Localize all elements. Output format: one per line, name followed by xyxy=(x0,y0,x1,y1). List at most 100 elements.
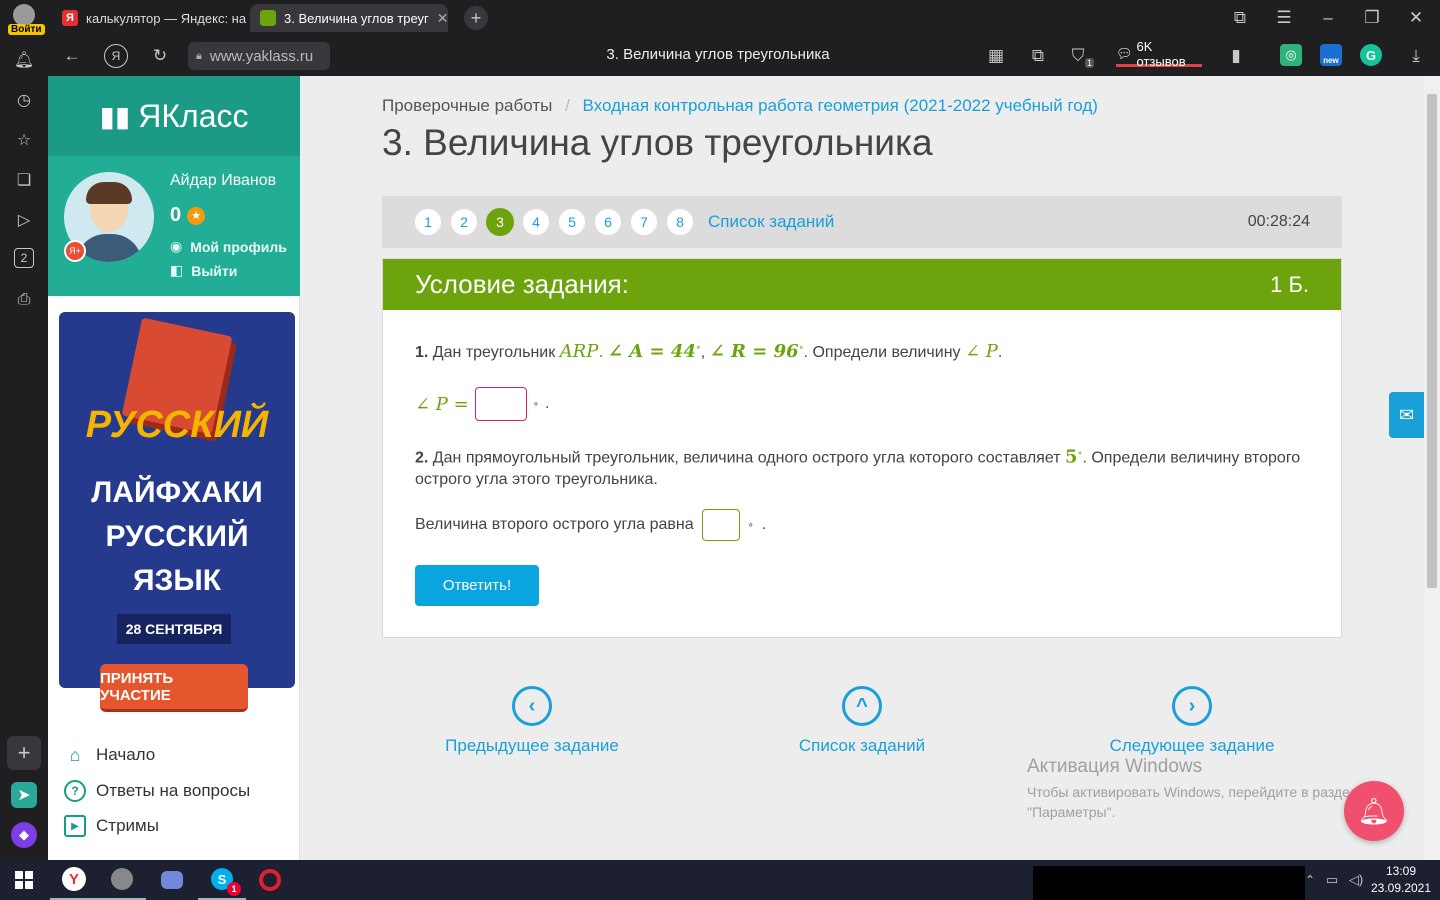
back-icon[interactable]: ← xyxy=(60,44,84,68)
q2-answer-input[interactable] xyxy=(701,509,740,541)
taskbar-skype[interactable]: S1 xyxy=(198,860,246,900)
yaklass-favicon-icon xyxy=(260,10,276,26)
reload-icon[interactable]: ↻ xyxy=(148,44,172,68)
copy-icon[interactable]: ⧉ xyxy=(1026,44,1050,68)
scrollbar-thumb[interactable] xyxy=(1427,94,1437,588)
minimize-icon[interactable]: – xyxy=(1316,6,1340,30)
feedback-mail-button[interactable]: ✉ xyxy=(1389,392,1424,438)
star-icon[interactable]: ☆ xyxy=(12,128,36,152)
q1-text: Дан треугольник xyxy=(432,344,556,361)
tab-bar: Войти Я калькулятор — Яндекс: на 3. Вели… xyxy=(0,0,1440,36)
promo-line-2: РУССКИЙ xyxy=(105,520,249,553)
login-badge[interactable]: Войти xyxy=(8,24,45,35)
next-task-link[interactable]: › Следующее задание xyxy=(1102,686,1282,756)
task-page-pill[interactable]: 1 xyxy=(414,208,442,236)
bookmark-icon[interactable]: ▮ xyxy=(1224,44,1248,68)
reviews-button[interactable]: 💬︎ 6K отзывов xyxy=(1116,39,1202,69)
q1-answer-label: ∠ P = xyxy=(415,393,469,415)
grammarly-icon[interactable]: G xyxy=(1360,44,1382,66)
volume-icon[interactable]: ◁) xyxy=(1346,870,1366,890)
promo-cta-button[interactable]: ПРИНЯТЬ УЧАСТИЕ xyxy=(100,664,248,712)
condition-title: Условие задания: xyxy=(415,269,629,299)
shield-icon[interactable]: ⛉ 1 xyxy=(1066,44,1094,68)
windows-activation-watermark: Активация Windows Чтобы активировать Win… xyxy=(1027,756,1387,820)
url-field[interactable]: 🔒︎ www.yaklass.ru xyxy=(188,42,330,70)
submit-button[interactable]: Ответить! xyxy=(415,565,539,606)
task-list-bottom-link[interactable]: ^ Список заданий xyxy=(772,686,952,756)
star-coin-icon: ★ xyxy=(187,206,206,225)
breadcrumb-link[interactable]: Входная контрольная работа геометрия (20… xyxy=(583,96,1098,115)
address-bar: ← Я ↻ 🔒︎ www.yaklass.ru 3. Величина угло… xyxy=(48,36,1440,76)
q1-angle-a: ∠ A = 44 xyxy=(607,341,696,362)
taskbar-app-2[interactable] xyxy=(98,860,146,900)
nav-item-streams[interactable]: ▶ Стримы xyxy=(64,811,159,841)
task-page-pill[interactable]: 4 xyxy=(522,208,550,236)
task-page-pill[interactable]: 3 xyxy=(486,208,514,236)
profile-button[interactable]: Войти xyxy=(6,4,45,36)
task-list-link[interactable]: Список заданий xyxy=(708,212,834,232)
taskbar-opera[interactable] xyxy=(246,860,294,900)
question-2: 2. Дан прямоугольный треугольник, величи… xyxy=(415,446,1301,489)
task-page-pill[interactable]: 2 xyxy=(450,208,478,236)
prev-task-link[interactable]: ‹ Предыдущее задание xyxy=(442,686,622,756)
browser-side-panel: 🔔︎ ◷ ☆ ❏ ▷ 2 ⎙ + ➤ ◆ xyxy=(0,36,48,860)
taskbar-discord[interactable] xyxy=(148,860,196,900)
chevron-left-icon: ‹ xyxy=(512,686,552,726)
task-page-pill[interactable]: 5 xyxy=(558,208,586,236)
network-icon[interactable]: ▭ xyxy=(1322,870,1342,890)
add-panel-icon[interactable]: + xyxy=(7,736,41,770)
yandex-favicon-icon: Я xyxy=(62,10,78,26)
q1-text-b: . Определи величину xyxy=(803,344,961,361)
camera-icon[interactable]: ⎙ xyxy=(12,288,36,312)
alice-icon[interactable]: ◆ xyxy=(11,822,37,848)
menu-icon[interactable]: ☰ xyxy=(1272,6,1296,30)
tab-yaklass[interactable]: 3. Величина углов треуг ✕ xyxy=(250,4,448,32)
collections-icon[interactable]: ❏ xyxy=(12,168,36,192)
list-label: Список заданий xyxy=(798,736,926,755)
logout-link[interactable]: ◧ Выйти xyxy=(170,262,237,279)
site-logo[interactable]: ▮▮ ЯКласс xyxy=(48,76,300,156)
q1-angle-p: ∠ P xyxy=(964,341,998,362)
url-text: www.yaklass.ru xyxy=(209,47,314,65)
green-extension-icon[interactable]: ◎ xyxy=(1280,44,1302,66)
q1-number: 1. xyxy=(415,344,429,361)
nav-item-home[interactable]: ⌂ Начало xyxy=(64,740,156,770)
user-name[interactable]: Айдар Иванов xyxy=(170,172,276,190)
video-icon[interactable]: ▷ xyxy=(12,208,36,232)
download-icon[interactable]: ⤓ xyxy=(1404,44,1428,68)
logout-icon: ◧ xyxy=(170,262,184,278)
tray-chevron-icon[interactable]: ⌃ xyxy=(1302,870,1318,890)
watermark-line-2: "Параметры". xyxy=(1027,804,1116,820)
restore-icon[interactable]: ❐ xyxy=(1360,6,1384,30)
task-page-pill[interactable]: 8 xyxy=(666,208,694,236)
counter-icon[interactable]: 2 xyxy=(14,248,34,268)
bell-icon[interactable]: 🔔︎ xyxy=(12,48,36,72)
tab-manager-icon[interactable]: ⧉ xyxy=(1228,6,1252,30)
task-page-pill[interactable]: 6 xyxy=(594,208,622,236)
close-tab-icon[interactable]: ✕ xyxy=(437,10,448,27)
messenger-icon[interactable]: ➤ xyxy=(11,782,37,808)
notifications-bell-button[interactable]: 🔔︎ xyxy=(1344,781,1404,841)
scrollbar[interactable] xyxy=(1424,76,1440,860)
history-icon[interactable]: ◷ xyxy=(12,88,36,112)
extension-icon[interactable]: ▦ xyxy=(984,44,1008,68)
yandex-home-icon[interactable]: Я xyxy=(104,44,128,68)
start-button[interactable] xyxy=(0,860,48,900)
breadcrumb: Проверочные работы / Входная контрольная… xyxy=(382,96,1098,116)
profile-link[interactable]: ◉ Мой профиль xyxy=(170,238,287,255)
breadcrumb-root[interactable]: Проверочные работы xyxy=(382,96,552,115)
tab-calculator[interactable]: Я калькулятор — Яндекс: на xyxy=(52,4,248,32)
close-window-icon[interactable]: ✕ xyxy=(1404,6,1428,30)
nav-label: Стримы xyxy=(96,816,159,835)
clock[interactable]: 13:09 23.09.2021 xyxy=(1366,863,1436,897)
promo-banner[interactable]: РУССКИЙ ЛАЙФХАКИ РУССКИЙ ЯЗЫК 28 СЕНТЯБР… xyxy=(59,312,295,688)
new-extension-icon[interactable]: new xyxy=(1320,44,1342,66)
question-icon: ? xyxy=(64,780,86,802)
task-page-pill[interactable]: 7 xyxy=(630,208,658,236)
new-tab-button[interactable]: + xyxy=(464,6,488,30)
q1-answer-input[interactable] xyxy=(474,387,527,421)
watermark-title: Активация Windows xyxy=(1027,756,1203,777)
taskbar-yandex[interactable]: Y xyxy=(50,860,98,900)
nav-item-answers[interactable]: ? Ответы на вопросы xyxy=(64,776,250,806)
condition-header: Условие задания: 1 Б. xyxy=(383,259,1341,310)
